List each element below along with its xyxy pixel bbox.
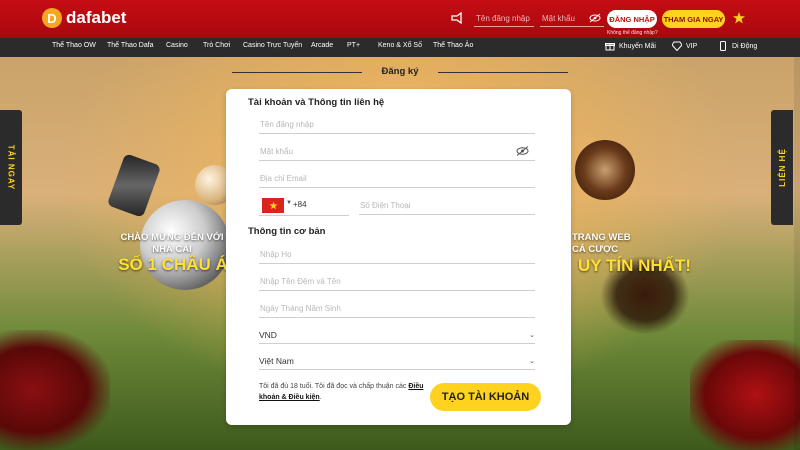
dice-right-image <box>690 340 800 450</box>
eye-slash-icon[interactable] <box>589 13 601 23</box>
first-name-input[interactable] <box>259 273 535 291</box>
section-basic-title: Thông tin cơ bản <box>248 226 326 237</box>
password-visibility-icon[interactable] <box>516 146 529 156</box>
contact-label: LIÊN HỆ <box>777 148 787 187</box>
vietnam-star-icon <box>268 201 278 210</box>
nav-item-arcade[interactable]: Arcade <box>311 42 333 49</box>
heading-divider-right <box>438 72 568 73</box>
megaphone-icon[interactable] <box>450 11 464 25</box>
nav-item-games[interactable]: Trò Chơi <box>203 42 230 49</box>
roulette-wheel-image <box>575 140 635 200</box>
country-select[interactable]: Việt Nam ⌄ <box>259 352 535 370</box>
nav-mobile[interactable]: Di Động <box>718 41 757 51</box>
main-nav: Thể Thao OW Thể Thao Dafa Casino Trò Chơ… <box>0 38 800 57</box>
dafabet-logo[interactable]: D dafabet <box>42 8 126 28</box>
nav-item-keno-lottery[interactable]: Keno & Xổ Số <box>378 42 422 49</box>
dial-code-dropdown-icon[interactable]: ▼ <box>286 200 292 206</box>
password-input[interactable] <box>259 143 535 161</box>
vietnam-flag-icon[interactable] <box>732 11 746 25</box>
nav-vip[interactable]: VIP <box>672 41 697 51</box>
logo-text: dafabet <box>66 8 127 27</box>
dice-left-image <box>0 330 110 450</box>
nav-item-pt-plus[interactable]: PT+ <box>347 42 360 49</box>
username-input[interactable] <box>259 116 535 134</box>
promo-right-headline: UY TÍN NHẤT! <box>578 256 692 275</box>
forgot-login-link[interactable]: Không thể đăng nhập? <box>607 30 658 36</box>
chevron-down-icon: ⌄ <box>529 357 535 365</box>
section-account-title: Tài khoản và Thông tin liên hệ <box>248 97 385 108</box>
phone-input[interactable] <box>359 197 535 215</box>
terms-statement: Tôi đã đủ 18 tuổi. Tôi đã đọc và chấp th… <box>259 383 407 390</box>
dial-code-value[interactable]: +84 <box>293 200 307 209</box>
terms-text: Tôi đã đủ 18 tuổi. Tôi đã đọc và chấp th… <box>259 381 429 403</box>
logo-mark-icon: D <box>42 8 62 28</box>
currency-value: VND <box>259 329 277 340</box>
terms-period: . <box>319 394 322 401</box>
create-account-button[interactable]: TẠO TÀI KHOẢN <box>430 383 541 411</box>
gift-icon <box>605 43 615 51</box>
header-username-input[interactable] <box>474 11 534 27</box>
download-now-tab[interactable]: TẢI NGAY <box>0 110 22 225</box>
nav-mobile-label: Di Động <box>732 42 758 50</box>
mobile-phone-icon <box>720 41 726 51</box>
join-now-button[interactable]: THAM GIA NGAY <box>662 10 725 28</box>
page-title: Đăng ký <box>381 66 419 77</box>
promo-right-line1: TRANG WEB <box>572 232 631 243</box>
nav-item-ow-sports[interactable]: Thể Thao OW <box>52 42 96 49</box>
promo-left-headline: SỐ 1 CHÂU Á <box>118 255 228 274</box>
country-value: Việt Nam <box>259 355 294 366</box>
diamond-icon <box>672 41 682 51</box>
nav-item-dafa-sports[interactable]: Thể Thao Dafa <box>107 42 154 49</box>
download-now-label: TẢI NGAY <box>6 144 16 191</box>
currency-select[interactable]: VND ⌄ <box>259 326 535 344</box>
heading-divider-left <box>232 72 362 73</box>
chevron-down-icon: ⌄ <box>529 331 535 339</box>
nav-vip-label: VIP <box>686 42 698 50</box>
nav-item-live-casino[interactable]: Casino Trực Tuyến <box>243 42 302 49</box>
nav-item-casino[interactable]: Casino <box>166 42 188 49</box>
nav-item-virtual-sports[interactable]: Thể Thao Ảo <box>433 42 473 49</box>
nav-promotions[interactable]: Khuyến Mãi <box>605 41 656 51</box>
dial-code-underline <box>259 215 349 216</box>
registration-form: Tài khoản và Thông tin liên hệ ▼ +84 Thô… <box>226 89 571 425</box>
nav-promotions-label: Khuyến Mãi <box>619 42 656 50</box>
login-button[interactable]: ĐĂNG NHẬP <box>607 10 657 28</box>
country-code-flag[interactable] <box>262 198 284 213</box>
promo-left-line2: NHÀ CÁI <box>152 244 192 255</box>
date-of-birth-input[interactable] <box>259 300 535 318</box>
email-input[interactable] <box>259 170 535 188</box>
promo-left-line1: CHÀO MỪNG ĐẾN VỚI <box>120 232 224 243</box>
contact-tab[interactable]: LIÊN HỆ <box>771 110 793 225</box>
top-header: D dafabet ĐĂNG NHẬP Không thể đăng nhập?… <box>0 0 800 38</box>
promo-right-line2: CÁ CƯỢC <box>572 244 619 255</box>
last-name-input[interactable] <box>259 246 535 264</box>
page-scrollbar[interactable] <box>794 57 800 450</box>
